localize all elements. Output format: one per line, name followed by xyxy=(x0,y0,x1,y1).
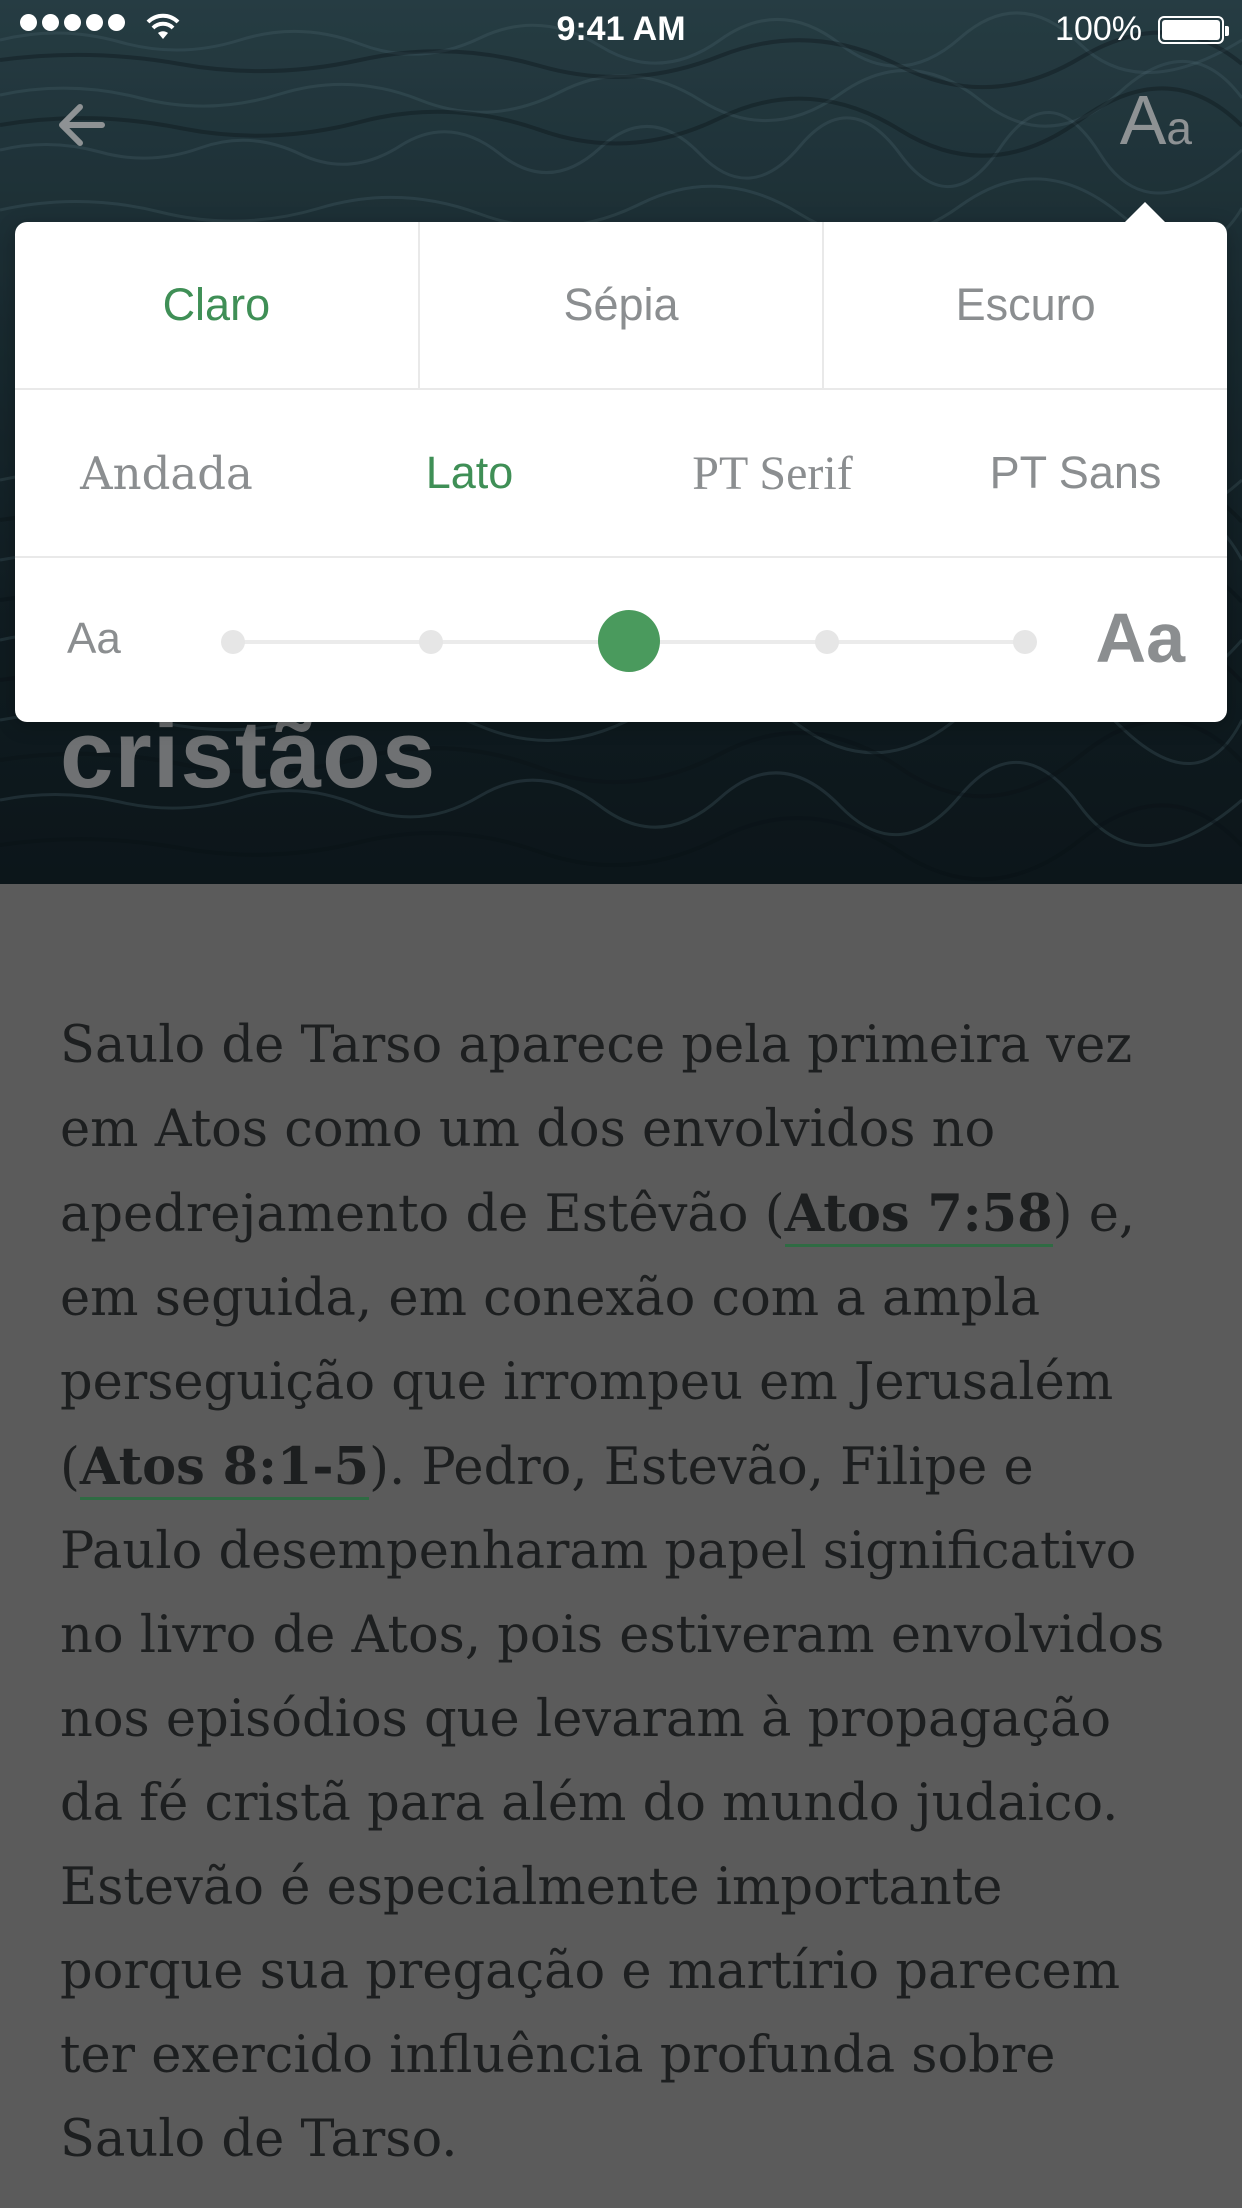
battery-icon xyxy=(1158,16,1229,44)
font-selector: Andada Lato PT Serif PT Sans xyxy=(15,390,1227,558)
status-bar: 9:41 AM 100% xyxy=(0,0,1242,60)
article-paragraph: Saulo de Tarso aparece pela primeira vez… xyxy=(60,1004,1190,2182)
theme-selector: Claro Sépia Escuro xyxy=(15,222,1227,390)
theme-option-escuro[interactable]: Escuro xyxy=(822,222,1227,388)
text-settings-icon-small: a xyxy=(1166,102,1192,154)
increase-font-size-label[interactable]: Aa xyxy=(1096,598,1185,678)
font-option-pt-serif[interactable]: PT Serif xyxy=(621,390,924,556)
slider-stop[interactable] xyxy=(815,630,839,654)
theme-option-claro[interactable]: Claro xyxy=(15,222,418,388)
font-size-slider[interactable] xyxy=(221,610,1037,672)
text-settings-button[interactable]: Aa xyxy=(1120,80,1192,170)
font-size-control: Aa Aa xyxy=(15,558,1227,722)
arrow-left-icon xyxy=(59,104,105,146)
battery-percent: 100% xyxy=(1055,10,1142,48)
display-settings-popover: Claro Sépia Escuro Andada Lato PT Serif … xyxy=(15,202,1227,722)
font-option-lato[interactable]: Lato xyxy=(318,390,621,556)
slider-stop[interactable] xyxy=(419,630,443,654)
scripture-link[interactable]: Atos 8:1-5 xyxy=(79,1437,370,1500)
slider-stop[interactable] xyxy=(221,630,245,654)
theme-option-sepia[interactable]: Sépia xyxy=(417,222,823,388)
slider-stop[interactable] xyxy=(1013,630,1037,654)
paragraph-text: ). Pedro, Estevão, Filipe e Paulo desemp… xyxy=(60,1438,1165,2169)
scripture-link[interactable]: Atos 7:58 xyxy=(784,1184,1053,1247)
text-settings-icon-large: A xyxy=(1119,81,1167,159)
popover-caret xyxy=(1125,202,1165,222)
reader-screen: cristãos 9:41 AM 100% Aa Saulo de Tarso … xyxy=(0,0,1242,2208)
font-option-pt-sans[interactable]: PT Sans xyxy=(924,390,1227,556)
font-option-andada[interactable]: Andada xyxy=(15,390,318,556)
back-button[interactable] xyxy=(50,90,120,160)
article-body: Saulo de Tarso aparece pela primeira vez… xyxy=(0,884,1242,2208)
decrease-font-size-label[interactable]: Aa xyxy=(67,614,121,664)
slider-thumb[interactable] xyxy=(598,610,660,672)
